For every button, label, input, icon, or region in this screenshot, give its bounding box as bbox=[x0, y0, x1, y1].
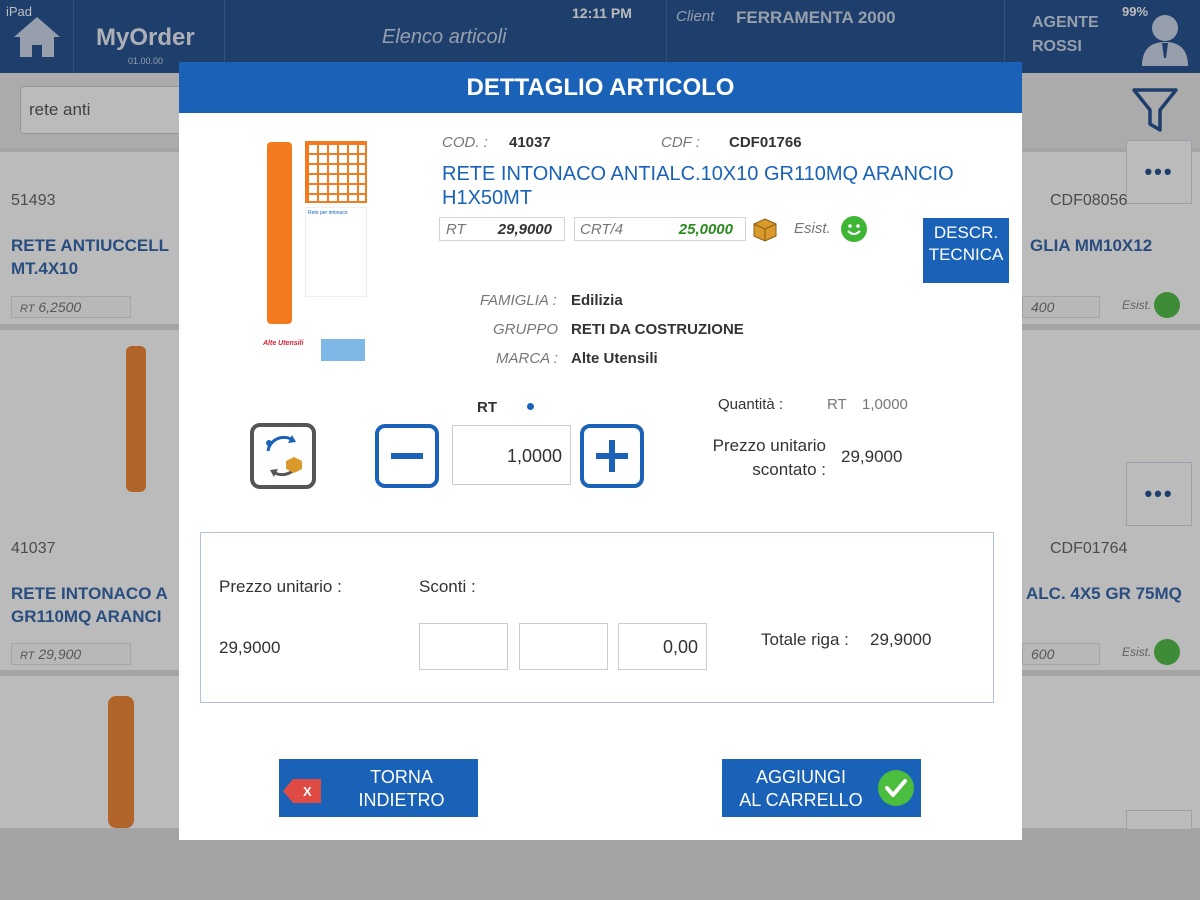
cancel-tag-icon: X bbox=[283, 779, 321, 803]
gruppo-value: RETI DA COSTRUZIONE bbox=[571, 321, 744, 338]
price-crt-box: CRT/4 25,0000 bbox=[574, 217, 746, 241]
famiglia-label: FAMIGLIA : bbox=[480, 292, 557, 309]
price-panel: Prezzo unitario : 29,9000 Sconti : 0,00 … bbox=[200, 532, 994, 703]
cdf-label: CDF : bbox=[661, 134, 700, 151]
line-total-value: 29,9000 bbox=[870, 630, 932, 649]
product-roll bbox=[267, 142, 292, 324]
svg-text:X: X bbox=[303, 784, 312, 799]
brand-logo: Alte Utensili bbox=[263, 340, 304, 347]
product-badges bbox=[321, 339, 365, 361]
marca-label: MARCA : bbox=[496, 350, 558, 367]
unit-price-label: Prezzo unitario : bbox=[219, 577, 342, 596]
box-icon bbox=[751, 214, 779, 247]
product-label: Rete per intonaco bbox=[305, 207, 367, 297]
increase-quantity-button[interactable] bbox=[580, 424, 644, 488]
price-rt-value: 29,9000 bbox=[497, 221, 552, 238]
discounted-price-label: Prezzo unitario bbox=[712, 436, 826, 455]
back-button-label: INDIETRO bbox=[358, 790, 445, 810]
price-rt-label: RT bbox=[446, 221, 466, 238]
stock-ok-icon bbox=[840, 215, 868, 248]
plus-icon bbox=[596, 440, 628, 472]
discounted-price-value: 29,9000 bbox=[841, 447, 903, 466]
modal-title: DETTAGLIO ARTICOLO bbox=[179, 62, 1022, 113]
cdf-value: CDF01766 bbox=[729, 134, 802, 151]
gruppo-label: GRUPPO bbox=[493, 321, 559, 338]
discount-2-input[interactable] bbox=[519, 623, 608, 670]
quantita-label: Quantità : bbox=[718, 396, 784, 413]
cod-label: COD. : bbox=[442, 134, 488, 151]
back-button-label: TORNA bbox=[370, 767, 433, 787]
stock-label: Esist. bbox=[794, 220, 831, 237]
price-crt-label: CRT/4 bbox=[580, 221, 624, 238]
unit-price-value: 29,9000 bbox=[219, 638, 281, 657]
quantity-input[interactable]: 1,0000 bbox=[452, 425, 571, 485]
refresh-box-icon bbox=[266, 435, 302, 477]
price-rt-box: RT 29,9000 bbox=[439, 217, 565, 241]
minus-icon bbox=[391, 453, 423, 459]
discounts-label: Sconti : bbox=[419, 577, 476, 596]
decrease-quantity-button[interactable] bbox=[375, 424, 439, 488]
add-button-label: AL CARRELLO bbox=[739, 790, 863, 810]
discount-3-input[interactable]: 0,00 bbox=[618, 623, 707, 670]
famiglia-value: Edilizia bbox=[571, 292, 623, 309]
discounted-price-label: scontato : bbox=[752, 460, 826, 479]
price-crt-value: 25,0000 bbox=[678, 221, 733, 238]
product-mesh bbox=[305, 141, 367, 203]
marca-value: Alte Utensili bbox=[571, 350, 658, 367]
quantita-value: 1,0000 bbox=[862, 396, 908, 413]
back-button[interactable]: X TORNA INDIETRO bbox=[279, 759, 478, 817]
discount-1-input[interactable] bbox=[419, 623, 508, 670]
technical-description-button[interactable]: DESCR. TECNICA bbox=[923, 218, 1009, 283]
convert-unit-button[interactable] bbox=[250, 423, 316, 489]
article-detail-modal: DETTAGLIO ARTICOLO Rete per intonaco Alt… bbox=[179, 62, 1022, 840]
product-image: Rete per intonaco Alte Utensili bbox=[259, 137, 371, 369]
add-button-label: AGGIUNGI bbox=[755, 767, 846, 787]
cod-value: 41037 bbox=[509, 134, 551, 151]
check-circle-icon bbox=[878, 770, 914, 806]
add-to-cart-button[interactable]: AGGIUNGI AL CARRELLO bbox=[722, 759, 921, 817]
unit-label: RT bbox=[477, 399, 497, 416]
line-total-label: Totale riga : bbox=[761, 630, 849, 649]
quantita-unit: RT bbox=[827, 396, 847, 413]
article-name: RETE INTONACO ANTIALC.10X10 GR110MQ ARAN… bbox=[442, 163, 954, 209]
unit-selector-dot[interactable] bbox=[527, 403, 534, 410]
